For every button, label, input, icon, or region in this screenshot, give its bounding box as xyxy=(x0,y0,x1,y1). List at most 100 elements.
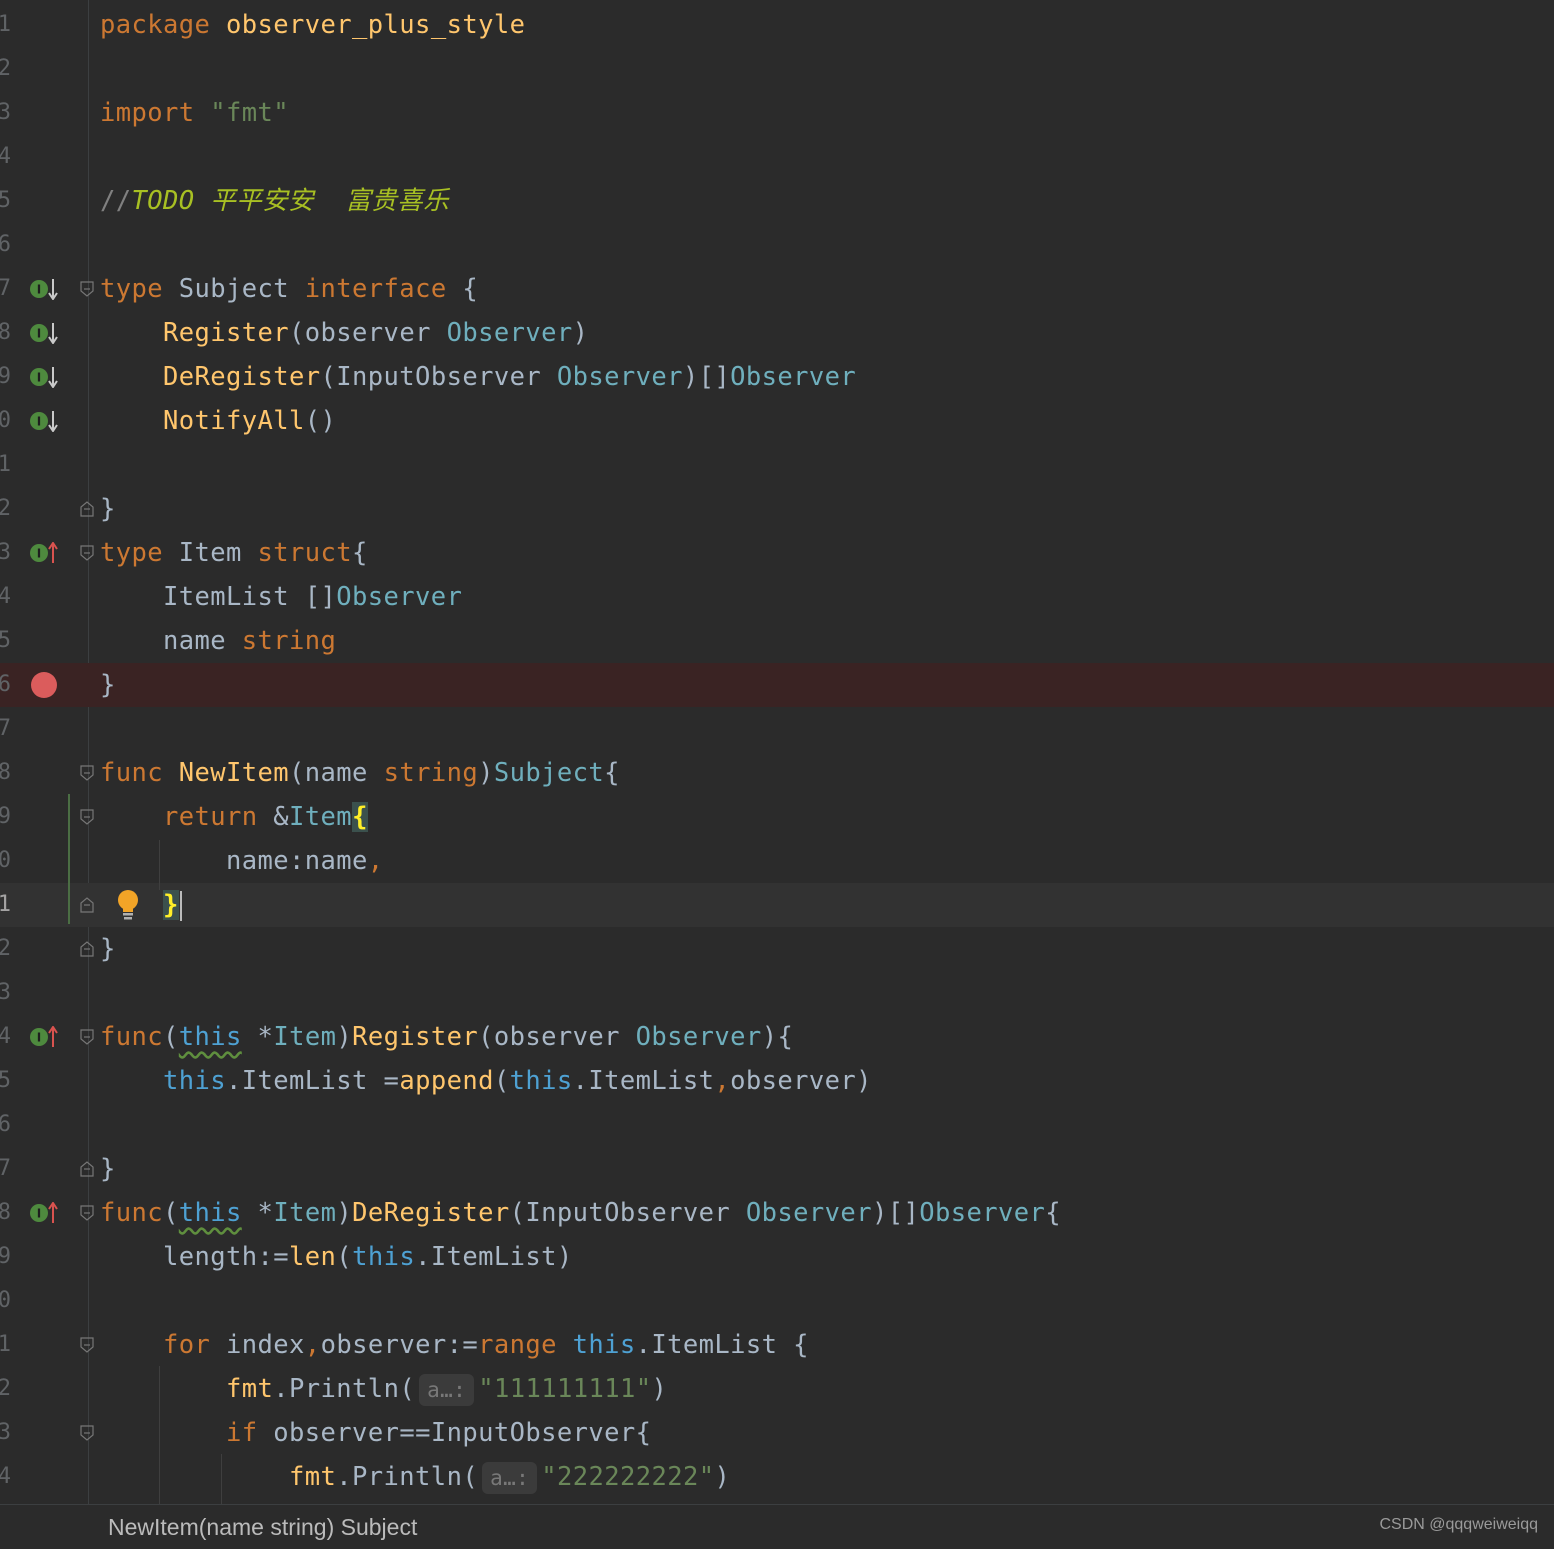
code-text[interactable]: //TODO 平平安安 富贵喜乐 xyxy=(100,179,449,223)
line-number[interactable]: 6 xyxy=(0,663,11,707)
code-line[interactable]: 2} xyxy=(0,927,1554,971)
implemented-by-icon[interactable]: I xyxy=(29,322,59,344)
line-number[interactable]: 5 xyxy=(0,179,11,223)
code-line[interactable]: 4 xyxy=(0,135,1554,179)
code-text[interactable]: if observer==InputObserver{ xyxy=(100,1411,651,1455)
code-line[interactable]: 9 return &Item{ xyxy=(0,795,1554,839)
code-line[interactable]: 0 I NotifyAll() xyxy=(0,399,1554,443)
code-line[interactable]: 9 I DeRegister(InputObserver Observer)[]O… xyxy=(0,355,1554,399)
code-line[interactable]: 5 this.ItemList =append(this.ItemList,ob… xyxy=(0,1059,1554,1103)
code-text[interactable]: name:name, xyxy=(100,839,384,883)
fold-open-icon[interactable] xyxy=(79,1029,95,1045)
breadcrumb[interactable]: NewItem(name string) Subject xyxy=(108,1505,417,1549)
line-number[interactable]: 7 xyxy=(0,1147,11,1191)
code-line[interactable]: 5 name string xyxy=(0,619,1554,663)
fold-end-icon[interactable] xyxy=(79,941,95,957)
code-text[interactable]: this.ItemList =append(this.ItemList,obse… xyxy=(100,1059,872,1103)
code-text[interactable]: length:=len(this.ItemList) xyxy=(100,1235,573,1279)
line-number[interactable]: 5 xyxy=(0,619,11,663)
code-line[interactable]: 4 Ifunc(this *Item)Register(observer Obse… xyxy=(0,1015,1554,1059)
line-number[interactable]: 5 xyxy=(0,1059,11,1103)
fold-open-icon[interactable] xyxy=(79,1425,95,1441)
code-text[interactable]: func NewItem(name string)Subject{ xyxy=(100,751,620,795)
line-number[interactable]: 7 xyxy=(0,267,11,311)
code-text[interactable]: for index,observer:=range this.ItemList … xyxy=(100,1323,809,1367)
implements-icon[interactable]: I xyxy=(29,542,59,564)
line-number[interactable]: 8 xyxy=(0,751,11,795)
line-number[interactable]: 9 xyxy=(0,1235,11,1279)
code-text[interactable]: DeRegister(InputObserver Observer)[]Obse… xyxy=(100,355,856,399)
code-text[interactable]: } xyxy=(100,487,116,531)
line-number[interactable]: 0 xyxy=(0,1279,11,1323)
line-number[interactable]: 6 xyxy=(0,223,11,267)
code-line[interactable]: 7 Itype Subject interface { xyxy=(0,267,1554,311)
code-text[interactable]: package observer_plus_style xyxy=(100,3,525,47)
code-text[interactable]: } xyxy=(100,883,182,927)
line-number[interactable]: 7 xyxy=(0,707,11,751)
line-number[interactable]: 6 xyxy=(0,1103,11,1147)
code-text[interactable]: name string xyxy=(100,619,336,663)
code-line[interactable]: 2} xyxy=(0,487,1554,531)
fold-open-icon[interactable] xyxy=(79,1205,95,1221)
code-editor[interactable]: 1 package observer_plus_style 2 3 import "fm… xyxy=(0,0,1554,1504)
code-line[interactable]: 8 Ifunc(this *Item)DeRegister(InputObserv… xyxy=(0,1191,1554,1235)
line-number[interactable]: 1 xyxy=(0,3,11,47)
implemented-by-icon[interactable]: I xyxy=(29,366,59,388)
code-line[interactable]: 1 for index,observer:=range this.ItemLis… xyxy=(0,1323,1554,1367)
implemented-by-icon[interactable]: I xyxy=(29,278,59,300)
fold-end-icon[interactable] xyxy=(79,897,95,913)
line-number[interactable]: 1 xyxy=(0,883,11,927)
code-line[interactable]: 4 ItemList []Observer xyxy=(0,575,1554,619)
code-text[interactable]: type Subject interface { xyxy=(100,267,478,311)
line-number[interactable]: 3 xyxy=(0,531,11,575)
code-line[interactable]: 8 I Register(observer Observer) xyxy=(0,311,1554,355)
code-line[interactable]: 3 xyxy=(0,971,1554,1015)
line-number[interactable]: 9 xyxy=(0,795,11,839)
code-text[interactable]: } xyxy=(100,927,116,971)
code-text[interactable]: func(this *Item)Register(observer Observ… xyxy=(100,1015,793,1059)
code-line[interactable]: 2 fmt.Println(a…: "111111111") xyxy=(0,1367,1554,1411)
fold-open-icon[interactable] xyxy=(79,765,95,781)
code-line[interactable]: 0 xyxy=(0,1279,1554,1323)
line-number[interactable]: 2 xyxy=(0,487,11,531)
code-line[interactable]: 1 package observer_plus_style xyxy=(0,3,1554,47)
code-line[interactable]: 6 xyxy=(0,223,1554,267)
line-number[interactable]: 9 xyxy=(0,355,11,399)
line-number[interactable]: 8 xyxy=(0,1191,11,1235)
fold-open-icon[interactable] xyxy=(79,545,95,561)
code-text[interactable]: } xyxy=(100,1147,116,1191)
fold-end-icon[interactable] xyxy=(79,501,95,517)
implements-icon[interactable]: I xyxy=(29,1026,59,1048)
code-line[interactable]: 8 func NewItem(name string)Subject{ xyxy=(0,751,1554,795)
fold-open-icon[interactable] xyxy=(79,281,95,297)
line-number[interactable]: 8 xyxy=(0,311,11,355)
fold-open-icon[interactable] xyxy=(79,1337,95,1353)
code-line[interactable]: 5 //TODO 平平安安 富贵喜乐 xyxy=(0,179,1554,223)
code-text[interactable]: NotifyAll() xyxy=(100,399,336,443)
line-number[interactable]: 3 xyxy=(0,971,11,1015)
code-text[interactable]: } xyxy=(100,663,116,707)
line-number[interactable]: 0 xyxy=(0,399,11,443)
line-number[interactable]: 1 xyxy=(0,443,11,487)
code-line[interactable]: 1 } xyxy=(0,883,1554,927)
code-text[interactable]: import "fmt" xyxy=(100,91,289,135)
line-number[interactable]: 4 xyxy=(0,135,11,179)
line-number[interactable]: 4 xyxy=(0,1455,11,1499)
line-number[interactable]: 2 xyxy=(0,47,11,91)
code-line[interactable]: 4 fmt.Println(a…: "222222222") xyxy=(0,1455,1554,1499)
code-line[interactable]: 6} xyxy=(0,663,1554,707)
code-text[interactable]: func(this *Item)DeRegister(InputObserver… xyxy=(100,1191,1061,1235)
code-line[interactable]: 6 xyxy=(0,1103,1554,1147)
code-line[interactable]: 7 xyxy=(0,707,1554,751)
code-text[interactable]: ItemList []Observer xyxy=(100,575,462,619)
code-line[interactable]: 0 name:name, xyxy=(0,839,1554,883)
line-number[interactable]: 3 xyxy=(0,91,11,135)
breakpoint-icon[interactable] xyxy=(31,672,57,698)
implements-icon[interactable]: I xyxy=(29,1202,59,1224)
code-line[interactable]: 3 import "fmt" xyxy=(0,91,1554,135)
fold-end-icon[interactable] xyxy=(79,1161,95,1177)
code-line[interactable]: 3 if observer==InputObserver{ xyxy=(0,1411,1554,1455)
code-line[interactable]: 1 xyxy=(0,443,1554,487)
code-text[interactable]: fmt.Println(a…: "111111111") xyxy=(100,1367,667,1411)
code-line[interactable]: 3 Itype Item struct{ xyxy=(0,531,1554,575)
